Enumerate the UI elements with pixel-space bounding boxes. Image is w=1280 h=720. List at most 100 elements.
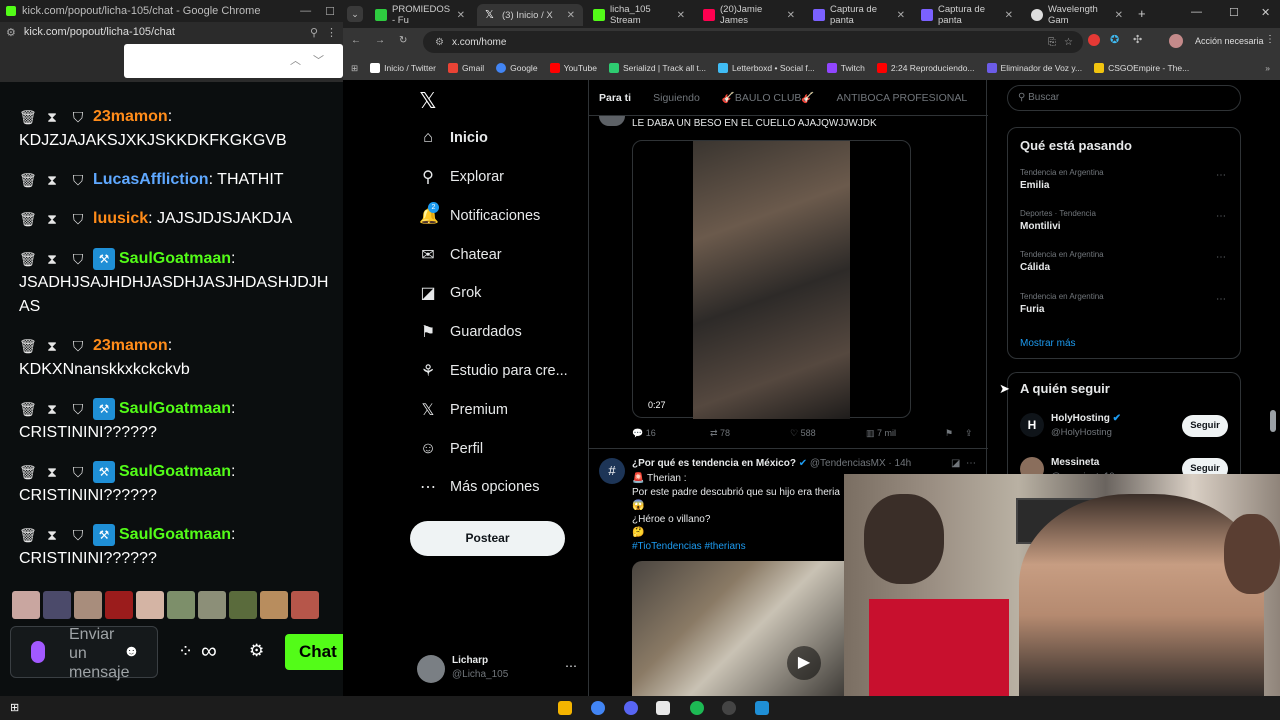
emote[interactable] [198, 591, 226, 619]
tweet-video[interactable]: 0:27 [632, 140, 911, 419]
shield-icon[interactable]: ⛉ [71, 247, 85, 271]
hourglass-icon[interactable]: ⧗ [45, 523, 59, 547]
steam-icon[interactable] [722, 701, 736, 715]
account-item[interactable]: HolyHosting ✔ [1051, 413, 1121, 424]
hourglass-icon[interactable]: ⧗ [45, 460, 59, 484]
more-icon[interactable]: ⋯ [1216, 170, 1226, 181]
show-more-link[interactable]: Mostrar más [1020, 338, 1076, 349]
spotify-icon[interactable] [690, 701, 704, 715]
tab[interactable]: 𝕏 (3) Inicio / X ✕ [477, 4, 583, 26]
kick-url[interactable]: kick.com/popout/licha-105/chat [24, 26, 175, 38]
shield-icon[interactable]: ⛉ [71, 168, 85, 192]
zoom-icon[interactable]: ⚲ [310, 26, 318, 39]
tab-following[interactable]: Siguiendo [653, 92, 700, 104]
x-logo-icon[interactable]: 𝕏 [419, 88, 437, 114]
close-tab-icon[interactable]: ✕ [1115, 10, 1131, 21]
tweet-video[interactable]: ▶ [632, 561, 846, 696]
tweet-hashtags[interactable]: #TioTendencias #therians [632, 540, 846, 554]
chat-username[interactable]: 23mamon [93, 337, 168, 354]
tab[interactable]: Captura de panta ✕ [913, 4, 1021, 26]
chat-username[interactable]: SaulGoatmaan [119, 463, 231, 480]
kebab-icon[interactable]: ⋮ [326, 26, 343, 39]
omnibox-url[interactable]: x.com/home [452, 37, 506, 48]
minimize-icon[interactable]: — [1191, 6, 1202, 18]
nav-bookmarks[interactable]: ⚑ Guardados [419, 316, 522, 348]
trend-item[interactable]: Tendencia en Argentina Cálida [1020, 250, 1104, 273]
file-explorer-icon[interactable] [558, 701, 572, 715]
tab[interactable]: Captura de panta ✕ [805, 4, 913, 26]
play-icon[interactable]: ▶ [787, 646, 821, 680]
hourglass-icon[interactable]: ⧗ [45, 334, 59, 358]
find-next-icon[interactable]: ﹀ [313, 52, 324, 68]
avatar[interactable]: H [1020, 413, 1044, 437]
hourglass-icon[interactable]: ⧗ [45, 168, 59, 192]
close-tab-icon[interactable]: ✕ [897, 10, 913, 21]
emoji-icon[interactable]: ☻ [123, 643, 140, 661]
bookmark[interactable]: Gmail [447, 63, 484, 73]
install-icon[interactable]: ⎘ [1048, 37, 1056, 48]
chat-username[interactable]: luusick [93, 210, 148, 227]
extensions-puzzle-icon[interactable]: ✣ [1133, 33, 1142, 46]
tab[interactable]: PROMIEDOS - Fu ✕ [367, 4, 473, 26]
apps-icon[interactable]: ⊞ [351, 63, 358, 74]
star-icon[interactable]: ☆ [1064, 37, 1083, 48]
forward-icon[interactable]: → [375, 35, 385, 46]
more-bookmarks-icon[interactable]: » [1265, 63, 1280, 73]
back-icon[interactable]: ← [351, 35, 361, 46]
chat-username[interactable]: LucasAffliction [93, 171, 209, 188]
more-icon[interactable]: ⋯ [565, 659, 577, 673]
bookmark[interactable]: Twitch [826, 63, 865, 73]
tab-list[interactable]: ANTIBOCA PROFESIONAL [837, 92, 968, 104]
reply-button[interactable]: 💬 16 [632, 428, 656, 439]
chat-input[interactable]: Enviar un mensaje ☻ [10, 626, 158, 681]
emote[interactable] [136, 591, 164, 619]
chat-send-button[interactable]: Chat [285, 634, 343, 670]
find-input[interactable] [124, 44, 343, 78]
shield-icon[interactable]: ⛉ [71, 523, 85, 547]
maximize-icon[interactable]: ☐ [1229, 6, 1239, 19]
trash-icon[interactable]: 🗑 [19, 460, 37, 484]
trend-item[interactable]: Deportes · Tendencia Montilivi [1020, 209, 1096, 232]
follow-button[interactable]: Seguir [1182, 415, 1228, 437]
views-button[interactable]: ▥ 7 mil [866, 428, 896, 439]
chrome-menu-icon[interactable]: ⋮ [1265, 34, 1275, 45]
nav-more[interactable]: ⋯ Más opciones [419, 471, 539, 503]
close-tab-icon[interactable]: ✕ [567, 10, 583, 21]
chat-username[interactable]: 23mamon [93, 108, 168, 125]
find-prev-icon[interactable]: ︿ [290, 52, 301, 68]
avatar[interactable] [599, 116, 625, 126]
dots-icon[interactable]: ⁘ [178, 641, 193, 662]
hourglass-icon[interactable]: ⧗ [45, 397, 59, 421]
site-settings-icon[interactable]: ⚙ [6, 26, 16, 39]
emote[interactable] [43, 591, 71, 619]
bookmark[interactable]: Eliminador de Voz y... [986, 63, 1082, 73]
emote[interactable] [229, 591, 257, 619]
bookmark[interactable]: Serializd | Track all t... [608, 63, 706, 73]
windows-start-icon[interactable]: ⊞ [10, 701, 24, 715]
like-button[interactable]: ♡ 588 [790, 428, 816, 439]
bookmark-icon[interactable]: ⚑ [945, 428, 953, 439]
scrollbar-thumb[interactable] [1270, 410, 1276, 432]
hourglass-icon[interactable]: ⧗ [45, 247, 59, 271]
trash-icon[interactable]: 🗑 [19, 334, 37, 358]
nav-profile[interactable]: ☺ Perfil [419, 433, 483, 465]
tab-list[interactable]: 🎸BAULO CLUB🎸 [722, 91, 815, 104]
action-needed-label[interactable]: Acción necesaria [1195, 36, 1264, 46]
nav-home[interactable]: ⌂ Inicio [419, 122, 488, 154]
site-info-icon[interactable]: ⚙ [435, 37, 444, 48]
trash-icon[interactable]: 🗑 [19, 247, 37, 271]
account-name[interactable]: Messineta [1051, 457, 1099, 468]
nav-grok[interactable]: ◪ Grok [419, 277, 481, 309]
close-tab-icon[interactable]: ✕ [457, 10, 473, 21]
close-window-icon[interactable]: ✕ [1261, 6, 1270, 19]
emote[interactable] [291, 591, 319, 619]
share-icon[interactable]: ⇪ [965, 428, 973, 439]
trash-icon[interactable]: 🗑 [19, 523, 37, 547]
bookmark[interactable]: YouTube [549, 63, 597, 73]
tweet-author[interactable]: ¿Por qué es tendencia en México? [632, 458, 796, 469]
hourglass-icon[interactable]: ⧗ [45, 105, 59, 129]
shield-icon[interactable]: ⛉ [71, 460, 85, 484]
tab-for-you[interactable]: Para ti [599, 92, 631, 104]
nav-studio[interactable]: ⚘ Estudio para cre... [419, 355, 568, 387]
bookmark[interactable]: CSGOEmpire - The... [1094, 63, 1189, 73]
